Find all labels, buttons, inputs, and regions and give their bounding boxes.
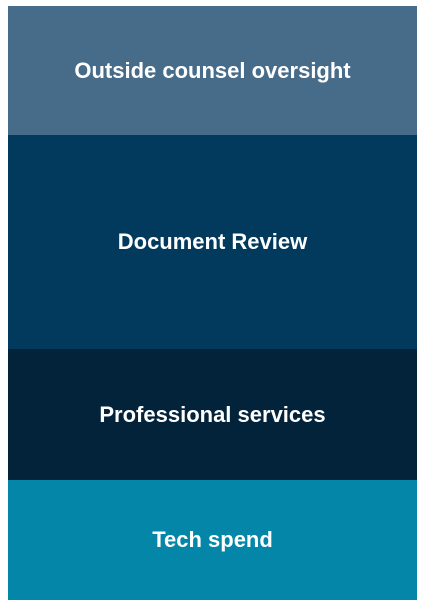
block-outside-counsel-oversight: Outside counsel oversight (8, 6, 417, 135)
block-tech-spend: Tech spend (8, 480, 417, 600)
block-professional-services: Professional services (8, 349, 417, 480)
block-label: Document Review (117, 229, 308, 254)
block-document-review: Document Review (8, 135, 417, 349)
block-label: Tech spend (152, 527, 273, 552)
category-stack: Outside counsel oversight Document Revie… (8, 6, 417, 600)
block-label: Outside counsel oversight (74, 57, 351, 83)
block-label: Professional services (99, 401, 326, 427)
